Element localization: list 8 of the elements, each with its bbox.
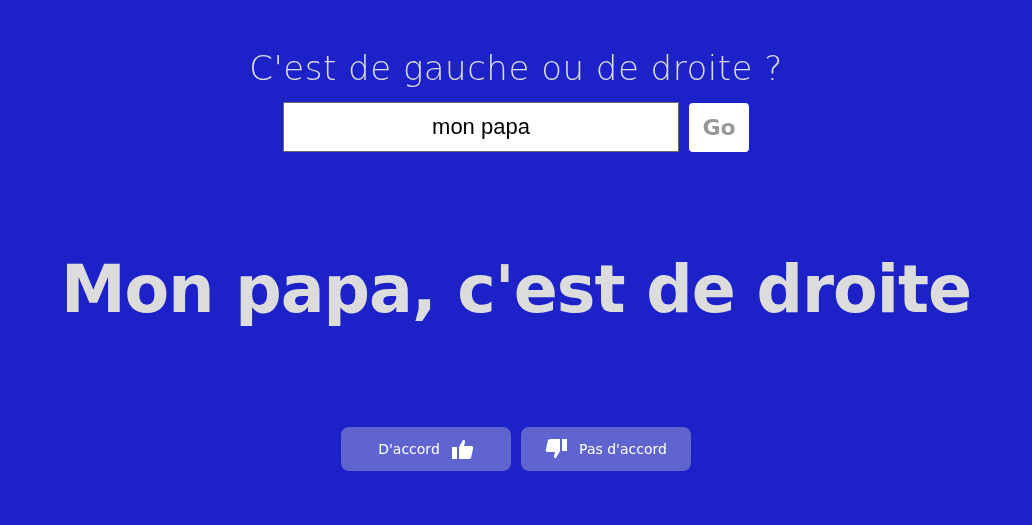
agree-button[interactable]: D'accord (341, 427, 511, 471)
thumbs-down-icon (545, 439, 568, 459)
verdict-text: Mon papa, c'est de droite (60, 252, 972, 327)
page-heading: C'est de gauche ou de droite ? (249, 48, 783, 88)
thumbs-up-icon (451, 439, 474, 459)
search-field[interactable]: mon papa (283, 102, 679, 152)
disagree-button[interactable]: Pas d'accord (521, 427, 691, 471)
go-button[interactable]: Go (689, 102, 749, 152)
